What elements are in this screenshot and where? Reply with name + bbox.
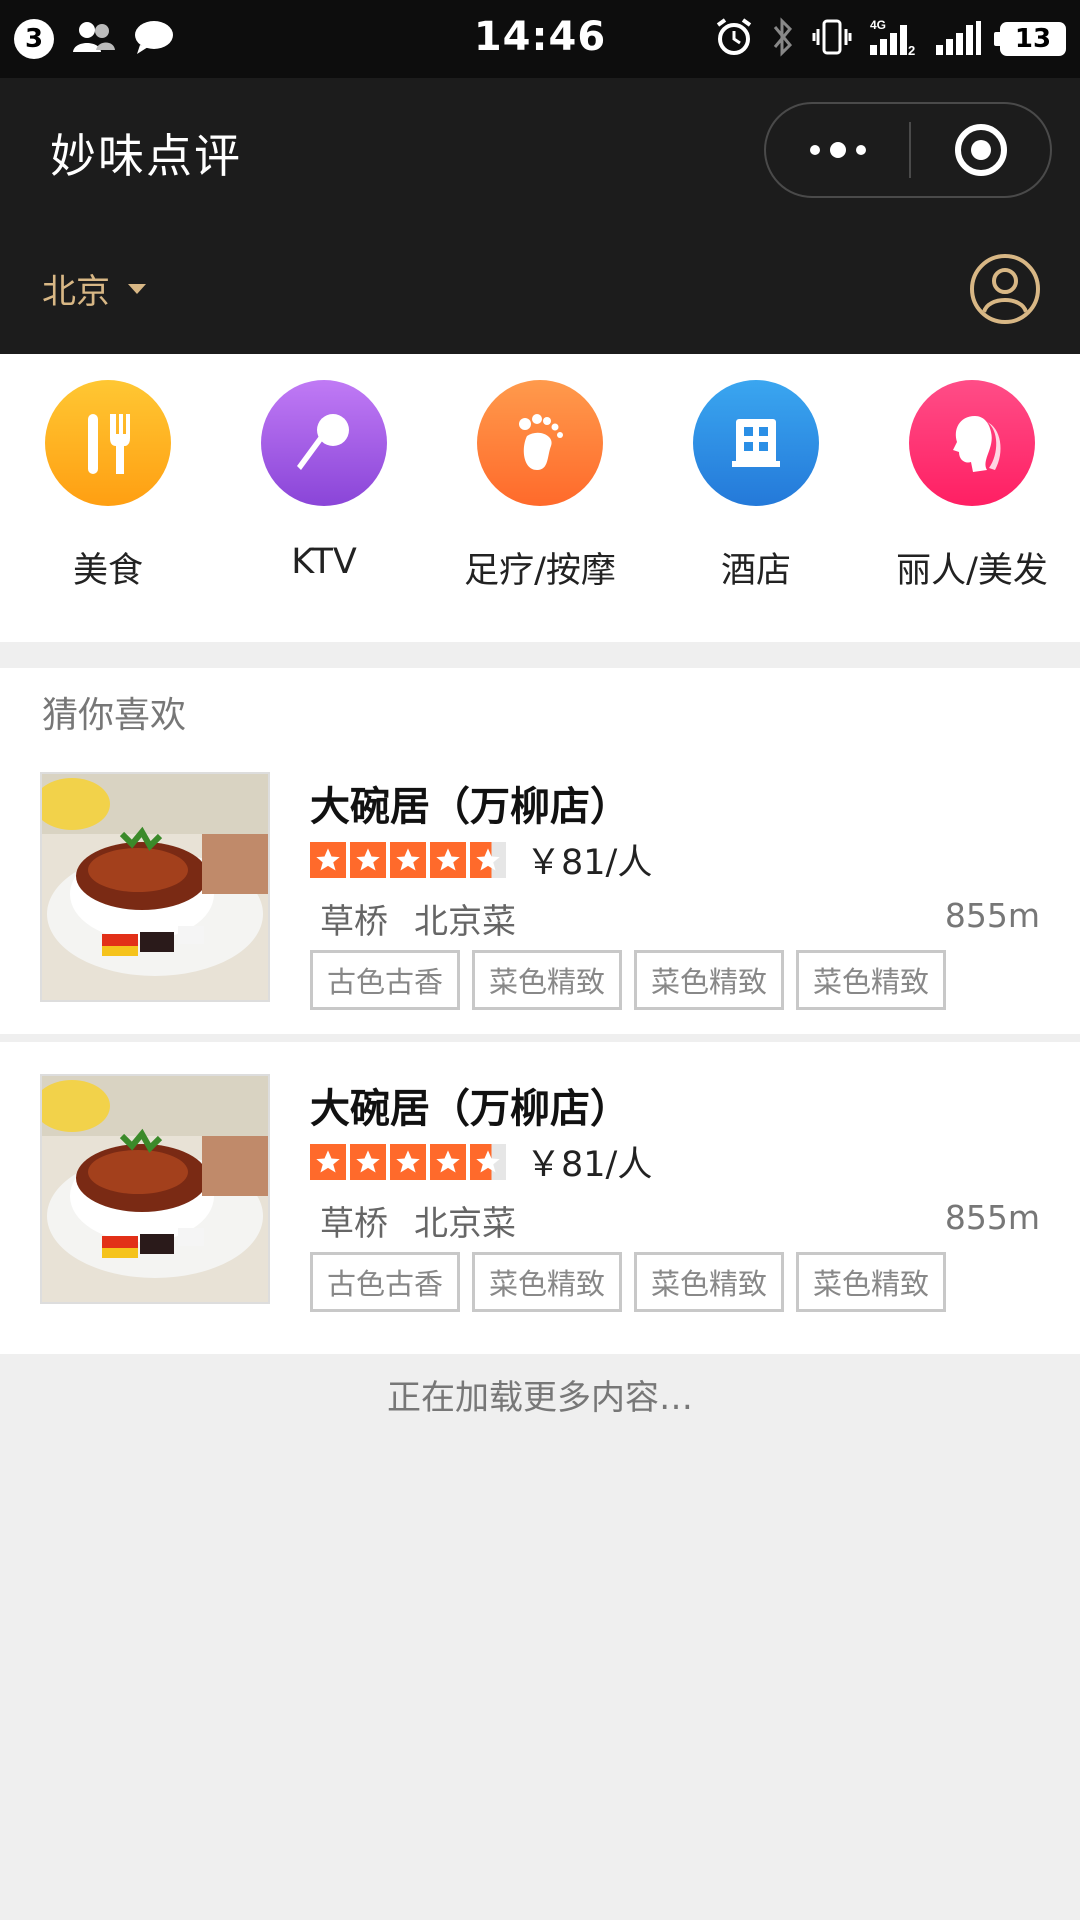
network-type-label: 4G xyxy=(870,18,886,32)
category-hotel[interactable]: 酒店 xyxy=(648,380,864,593)
distance-label: 855m xyxy=(944,896,1040,935)
restaurant-thumbnail xyxy=(40,772,270,1002)
user-avatar-icon xyxy=(982,268,1028,313)
status-right: 4G 2 13 xyxy=(714,16,1066,62)
star-icon xyxy=(310,842,346,878)
restaurant-meta: 草桥 北京菜 xyxy=(320,894,516,943)
tag-list: 古色古香 菜色精致 菜色精致 菜色精致 xyxy=(310,950,946,1010)
feature-tag: 古色古香 xyxy=(310,1252,460,1312)
alarm-icon xyxy=(714,17,754,61)
status-bar: 3 14:46 4G 2 13 xyxy=(0,0,1080,78)
star-icon xyxy=(430,842,466,878)
tag-list: 古色古香 菜色精致 菜色精致 菜色精致 xyxy=(310,1252,946,1312)
target-circle-icon xyxy=(954,124,1007,176)
half-star-icon xyxy=(470,842,506,878)
category-label: 美食 xyxy=(72,551,143,591)
recommend-section: 猜你喜欢 大碗居（万柳店） ￥81/人 草桥 北京菜 855m 古色古香 菜色精… xyxy=(0,668,1080,1354)
star-rating xyxy=(310,1144,506,1180)
city-selector[interactable]: 北京 xyxy=(42,264,146,313)
app-title: 妙味点评 xyxy=(50,129,242,183)
more-button[interactable] xyxy=(766,104,909,196)
sim2-label: 2 xyxy=(908,43,915,57)
category-food[interactable]: 美食 xyxy=(0,380,216,593)
feature-tag: 古色古香 xyxy=(310,950,460,1010)
microphone-icon xyxy=(261,380,387,506)
app-header: 妙味点评 北京 xyxy=(0,78,1080,354)
vibrate-icon xyxy=(812,17,852,61)
feature-tag: 菜色精致 xyxy=(472,1252,622,1312)
feature-tag: 菜色精致 xyxy=(634,1252,784,1312)
area-label: 草桥 xyxy=(320,1204,388,1244)
price-per-person: ￥81/人 xyxy=(526,843,653,883)
caret-down-icon xyxy=(128,283,146,294)
feature-tag: 菜色精致 xyxy=(796,950,946,1010)
city-label: 北京 xyxy=(42,272,110,312)
bluetooth-icon xyxy=(770,17,796,61)
signal-icon xyxy=(934,17,984,61)
category-grid: 美食 KTV 足疗/按摩 酒店 丽人/美发 xyxy=(0,354,1080,642)
loading-more-text: 正在加载更多内容… xyxy=(387,1378,693,1418)
restaurant-meta: 草桥 北京菜 xyxy=(320,1196,516,1245)
more-dots-icon-right xyxy=(855,145,866,155)
star-icon xyxy=(390,842,426,878)
woman-profile-icon xyxy=(909,380,1035,506)
restaurant-name: 大碗居（万柳店） xyxy=(310,1086,630,1132)
feature-tag: 菜色精致 xyxy=(472,950,622,1010)
user-profile-button[interactable] xyxy=(970,254,1040,324)
area-label: 草桥 xyxy=(320,902,388,942)
half-star-icon xyxy=(470,1144,506,1180)
feature-tag: 菜色精致 xyxy=(634,950,784,1010)
close-mini-program-button[interactable] xyxy=(911,104,1050,196)
signal-4g-icon: 4G 2 xyxy=(868,17,918,61)
battery-icon: 13 xyxy=(994,22,1066,56)
restaurant-name: 大碗居（万柳店） xyxy=(310,784,630,830)
category-beauty[interactable]: 丽人/美发 xyxy=(864,380,1080,593)
star-icon xyxy=(390,1144,426,1180)
restaurant-thumbnail xyxy=(40,1074,270,1304)
restaurant-list-item[interactable]: 大碗居（万柳店） ￥81/人 草桥 北京菜 855m 古色古香 菜色精致 菜色精致… xyxy=(0,772,1080,1052)
mini-program-capsule xyxy=(764,102,1052,198)
building-icon xyxy=(693,380,819,506)
restaurant-list-item[interactable]: 大碗居（万柳店） ￥81/人 草桥 北京菜 855m 古色古香 菜色精致 菜色精致… xyxy=(0,1074,1080,1354)
star-rating xyxy=(310,842,506,878)
section-title: 猜你喜欢 xyxy=(42,695,187,736)
category-label: 酒店 xyxy=(720,551,791,591)
category-label: KTV xyxy=(291,542,357,582)
category-label: 足疗/按摩 xyxy=(464,551,616,591)
price-per-person: ￥81/人 xyxy=(526,1145,653,1185)
fork-knife-icon xyxy=(45,380,171,506)
more-dots-icon xyxy=(809,145,820,155)
category-ktv[interactable]: KTV xyxy=(216,380,432,582)
more-dots-icon-center xyxy=(829,142,846,158)
star-icon xyxy=(310,1144,346,1180)
star-icon xyxy=(350,842,386,878)
category-foot-massage[interactable]: 足疗/按摩 xyxy=(432,380,648,593)
list-divider xyxy=(0,1034,1080,1042)
category-label: 丽人/美发 xyxy=(896,551,1048,591)
cuisine-label: 北京菜 xyxy=(414,1204,516,1244)
footprint-icon xyxy=(477,380,603,506)
cuisine-label: 北京菜 xyxy=(414,902,516,942)
star-icon xyxy=(430,1144,466,1180)
star-icon xyxy=(350,1144,386,1180)
feature-tag: 菜色精致 xyxy=(796,1252,946,1312)
distance-label: 855m xyxy=(944,1198,1040,1237)
